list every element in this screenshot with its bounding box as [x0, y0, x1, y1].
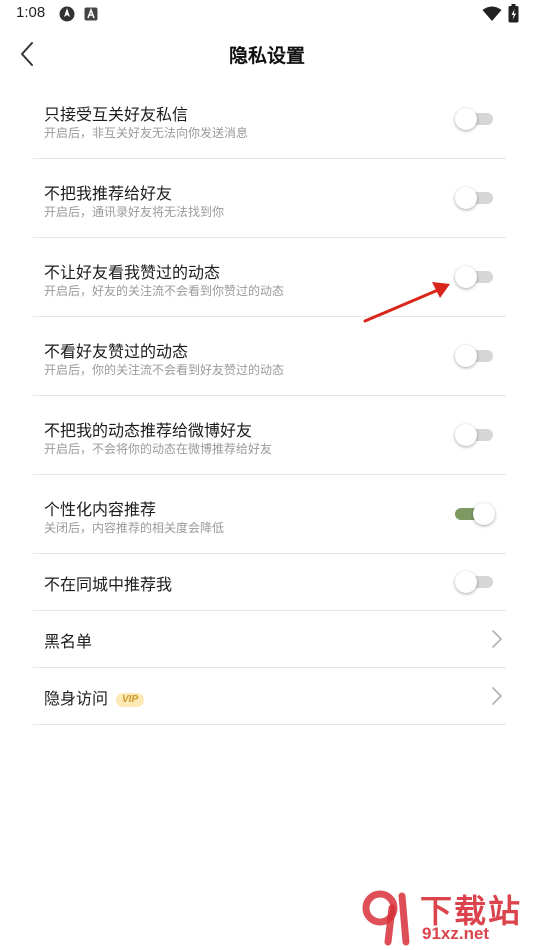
toggle-knob — [455, 345, 477, 367]
setting-subtitle: 开启后，你的关注流不会看到好友赞过的动态 — [44, 363, 285, 377]
watermark-domain: 91xz.net — [422, 924, 490, 943]
setting-weibo-recommend: 不把我的动态推荐给微博好友 开启后，不会将你的动态在微博推荐给好友 — [33, 396, 506, 475]
setting-title-text: 隐身访问 — [44, 689, 109, 708]
status-bar: 1:08 — [0, 0, 534, 28]
setting-mutual-follow-messages: 只接受互关好友私信 开启后，非互关好友无法向你发送消息 — [33, 80, 506, 159]
annotation-arrow-icon — [363, 282, 450, 323]
chevron-right-icon — [492, 687, 502, 705]
toggle-knob — [455, 571, 477, 593]
toggle-knob — [455, 187, 477, 209]
vip-badge: VIP — [116, 693, 145, 707]
setting-subtitle: 开启后，好友的关注流不会看到你赞过的动态 — [44, 284, 285, 298]
toggle-switch[interactable] — [455, 266, 495, 288]
setting-subtitle: 开启后，非互关好友无法向你发送消息 — [44, 126, 249, 140]
toggle-knob — [455, 424, 477, 446]
wifi-icon — [482, 6, 502, 21]
battery-icon — [508, 4, 519, 23]
toggle-knob — [473, 503, 495, 525]
setting-title: 个性化内容推荐 — [44, 500, 157, 519]
setting-title: 不让好友看我赞过的动态 — [44, 263, 221, 282]
toggle-switch[interactable] — [455, 108, 495, 130]
status-time: 1:08 — [16, 4, 46, 21]
watermark-91-icon — [362, 890, 410, 946]
setting-invisible-visit[interactable]: 隐身访问 VIP — [33, 668, 506, 725]
setting-title: 不把我的动态推荐给微博好友 — [44, 421, 253, 440]
toggle-switch[interactable] — [455, 571, 495, 593]
setting-title: 不在同城中推荐我 — [44, 575, 173, 594]
location-icon — [59, 6, 75, 22]
setting-subtitle: 开启后，通讯录好友将无法找到你 — [44, 205, 225, 219]
toggle-switch[interactable] — [455, 503, 495, 525]
toggle-switch[interactable] — [455, 345, 495, 367]
setting-title: 只接受互关好友私信 — [44, 105, 189, 124]
setting-hide-friends-likes: 不看好友赞过的动态 开启后，你的关注流不会看到好友赞过的动态 — [33, 317, 506, 396]
setting-title: 隐身访问 VIP — [44, 685, 145, 709]
toggle-knob — [455, 108, 477, 130]
setting-subtitle: 开启后，不会将你的动态在微博推荐给好友 — [44, 442, 273, 456]
setting-personalized-content: 个性化内容推荐 关闭后，内容推荐的相关度会降低 — [33, 475, 506, 554]
setting-local-recommend: 不在同城中推荐我 — [33, 554, 506, 611]
settings-list: 只接受互关好友私信 开启后，非互关好友无法向你发送消息 不把我推荐给好友 开启后… — [33, 80, 506, 725]
toggle-switch[interactable] — [455, 187, 495, 209]
setting-title: 不把我推荐给好友 — [44, 184, 173, 203]
chevron-right-icon — [492, 630, 502, 648]
setting-title: 不看好友赞过的动态 — [44, 342, 189, 361]
watermark-logo: 下载站 91xz.net — [358, 886, 528, 946]
setting-hide-from-friends: 不把我推荐给好友 开启后，通讯录好友将无法找到你 — [33, 159, 506, 238]
a-icon — [84, 7, 98, 21]
nav-bar: 隐私设置 — [0, 28, 534, 80]
setting-subtitle: 关闭后，内容推荐的相关度会降低 — [44, 521, 225, 535]
setting-title: 黑名单 — [44, 632, 93, 651]
page-title: 隐私设置 — [228, 45, 305, 67]
toggle-switch[interactable] — [455, 424, 495, 446]
setting-blacklist[interactable]: 黑名单 — [33, 611, 506, 668]
